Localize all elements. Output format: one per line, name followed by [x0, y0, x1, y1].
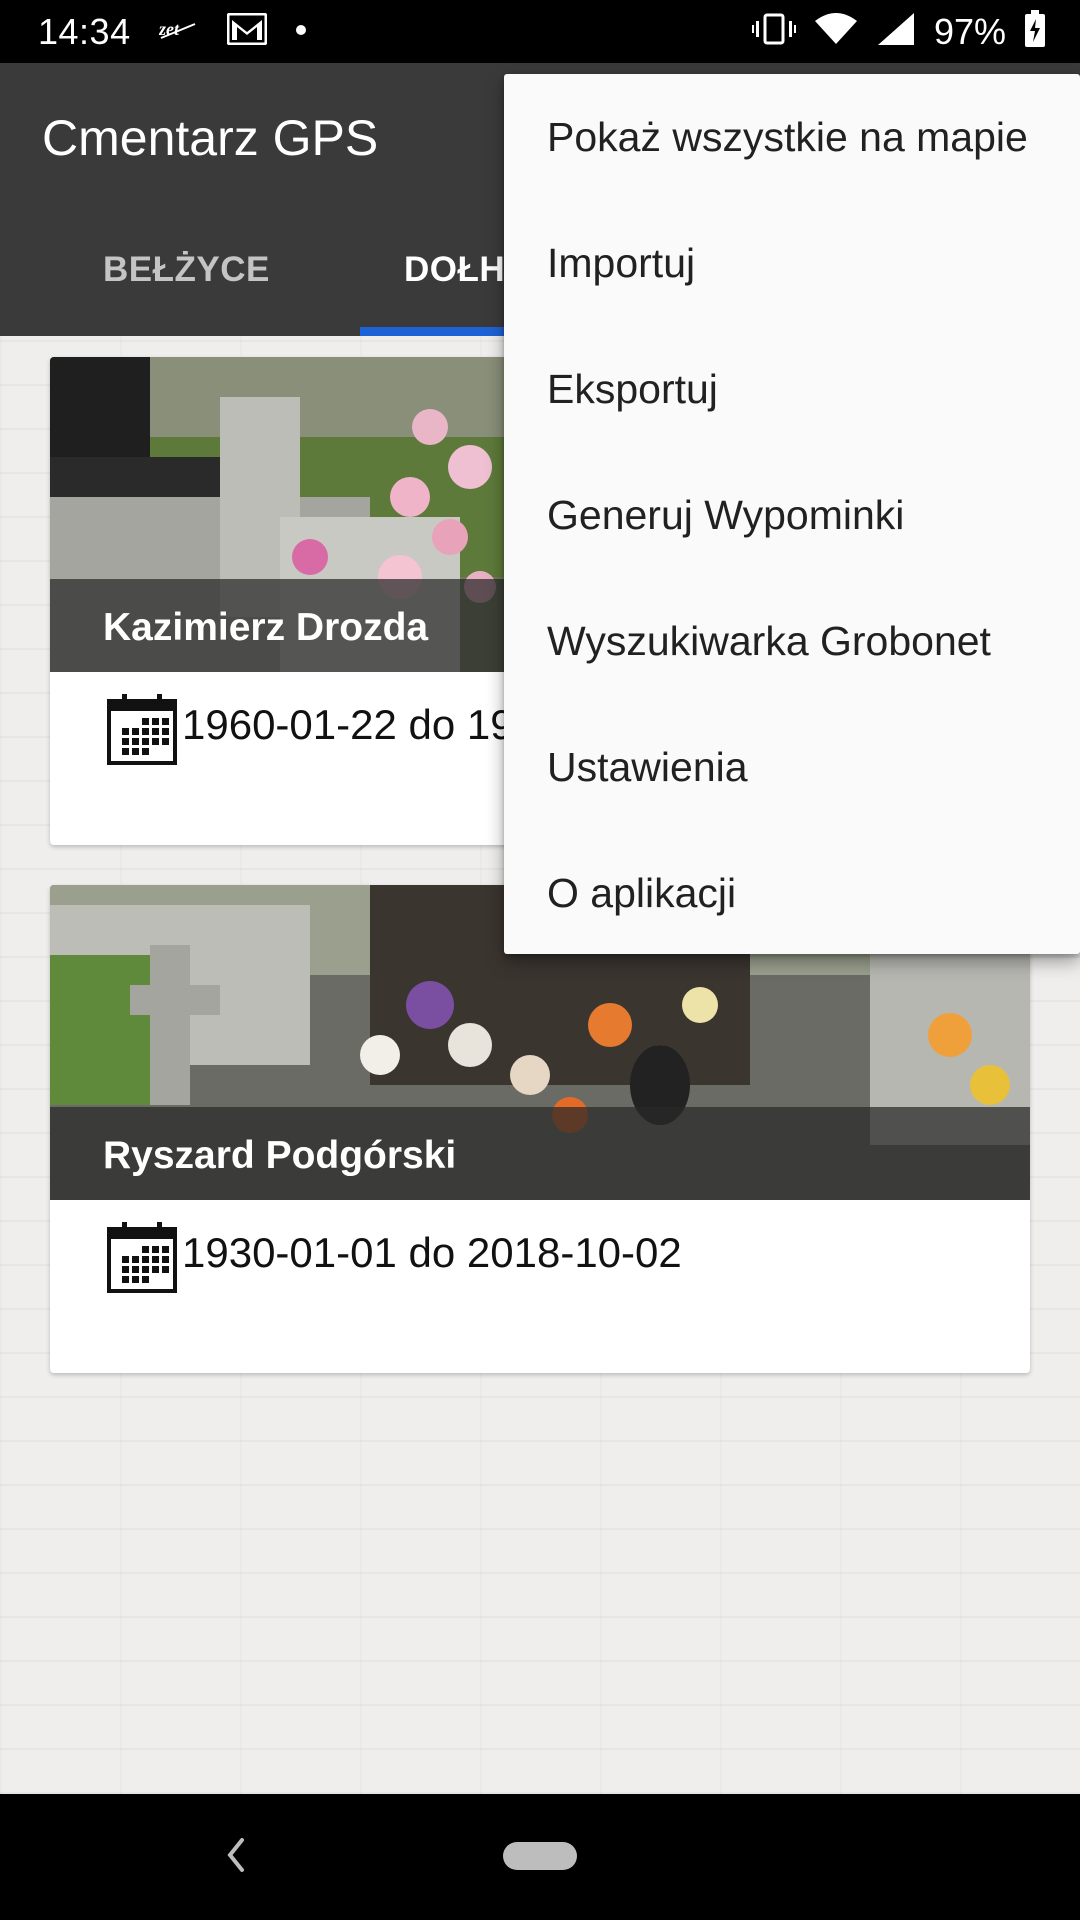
- menu-item-grobonet-search[interactable]: Wyszukiwarka Grobonet: [547, 618, 991, 665]
- battery-charging-icon: [1024, 10, 1046, 53]
- grave-card[interactable]: Ryszard Podgórski 1930-01-01 do 2018-10-…: [50, 885, 1030, 1373]
- grave-name: Ryszard Podgórski: [103, 1134, 457, 1177]
- menu-item-show-all-on-map[interactable]: Pokaż wszystkie na mapie: [547, 114, 1028, 161]
- home-pill-icon[interactable]: [503, 1842, 577, 1870]
- tab-belzyce[interactable]: BEŁŻYCE: [103, 250, 270, 335]
- calendar-icon: [106, 1221, 178, 1293]
- back-icon[interactable]: [220, 1832, 250, 1883]
- menu-item-import[interactable]: Importuj: [547, 240, 695, 287]
- battery-percent: 97%: [933, 10, 1006, 52]
- menu-item-about[interactable]: O aplikacji: [547, 870, 736, 917]
- grave-dates: 1930-01-01 do 2018-10-02: [182, 1229, 682, 1276]
- menu-item-export[interactable]: Eksportuj: [547, 366, 718, 413]
- navigation-bar: [0, 1794, 1080, 1920]
- svg-text:zet: zet: [159, 19, 180, 39]
- grave-dates: 1960-01-22 do 19: [182, 701, 514, 748]
- grave-name: Kazimierz Drozda: [103, 606, 429, 649]
- gmail-icon: [226, 12, 268, 50]
- app-title: Cmentarz GPS: [42, 110, 379, 166]
- status-bar: 14:34 zet 97%: [0, 0, 1080, 63]
- menu-item-settings[interactable]: Ustawienia: [547, 744, 748, 791]
- status-time: 14:34: [38, 10, 131, 52]
- overflow-menu: Pokaż wszystkie na mapie Importuj Ekspor…: [504, 74, 1080, 954]
- menu-item-generate-wypominki[interactable]: Generuj Wypominki: [547, 492, 904, 539]
- vibrate-icon: [751, 13, 796, 50]
- calendar-icon: [106, 693, 178, 765]
- signal-icon: [876, 12, 916, 51]
- zet-icon: zet: [158, 16, 199, 47]
- wifi-icon: [814, 13, 858, 50]
- dot-icon: [295, 23, 307, 41]
